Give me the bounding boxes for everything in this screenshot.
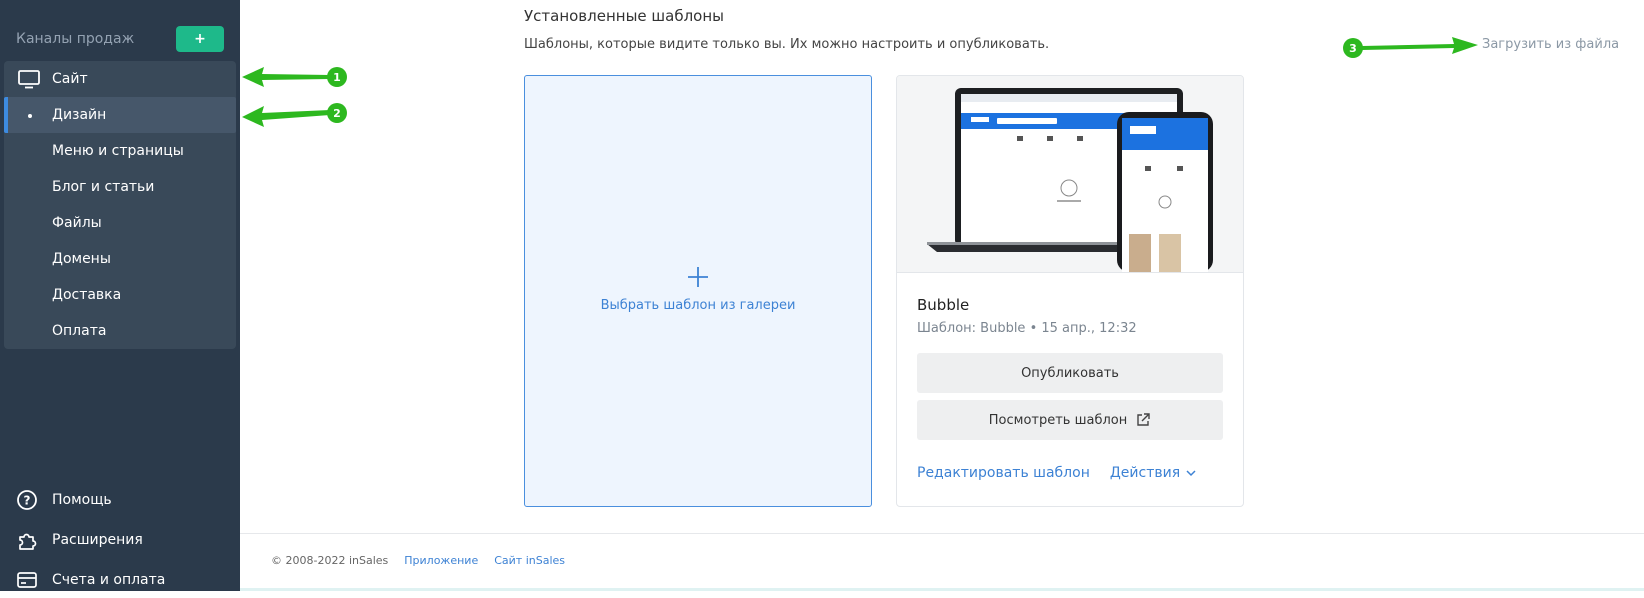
footer-divider xyxy=(240,533,1644,534)
template-name: Bubble xyxy=(917,296,970,314)
sidebar-item-extensions[interactable]: Расширения xyxy=(0,522,240,558)
annotation-number-2: 2 xyxy=(333,107,341,120)
sidebar-item-help[interactable]: ? Помощь xyxy=(0,482,240,518)
sidebar-item-label: Сайт xyxy=(52,71,88,87)
card-icon xyxy=(17,572,37,588)
sidebar-item-label: Расширения xyxy=(52,532,143,548)
sidebar-item-label: Оплата xyxy=(52,323,107,339)
publish-button[interactable]: Опубликовать xyxy=(917,353,1223,393)
actions-label: Действия xyxy=(1109,465,1181,481)
sidebar-item-menu-pages[interactable]: Меню и страницы xyxy=(4,133,236,169)
sidebar-item-files[interactable]: Файлы xyxy=(4,205,236,241)
sidebar-item-label: Доставка xyxy=(52,287,122,303)
svg-text:?: ? xyxy=(24,494,31,508)
help-icon: ? xyxy=(17,490,37,510)
plus-icon xyxy=(688,267,708,287)
view-template-label: Посмотреть шаблон xyxy=(988,412,1128,428)
sidebar-item-payment[interactable]: Оплата xyxy=(4,313,236,349)
page-title: Установленные шаблоны xyxy=(524,7,724,25)
sidebar-item-label: Домены xyxy=(52,251,111,267)
annotation-arrow-3: 3 xyxy=(1343,37,1478,58)
choose-from-gallery-card[interactable]: Выбрать шаблон из галереи xyxy=(524,75,872,507)
chevron-down-icon xyxy=(1186,470,1196,477)
sidebar-item-label: Счета и оплата xyxy=(52,572,166,588)
annotation-number-1: 1 xyxy=(333,71,341,84)
footer-link-site[interactable]: Сайт inSales xyxy=(494,554,565,567)
template-actions-row: Редактировать шаблон Действия xyxy=(917,465,1197,481)
sidebar-item-design[interactable]: Дизайн xyxy=(4,97,236,133)
site-nav-group: Сайт Дизайн Меню и страницы Блог и стать… xyxy=(4,61,236,349)
sidebar: Каналы продаж + Сайт Дизайн Меню и стран… xyxy=(0,0,240,591)
footer-copyright: © 2008-2022 inSales xyxy=(271,554,389,567)
choose-from-gallery-label: Выбрать шаблон из галереи xyxy=(600,298,796,313)
sidebar-item-label: Меню и страницы xyxy=(52,143,184,159)
sidebar-item-blog[interactable]: Блог и статьи xyxy=(4,169,236,205)
footer-link-app[interactable]: Приложение xyxy=(404,554,478,567)
sidebar-item-label: Дизайн xyxy=(52,107,107,123)
footer: © 2008-2022 inSales Приложение Сайт inSa… xyxy=(271,554,565,567)
view-template-button[interactable]: Посмотреть шаблон xyxy=(917,400,1223,440)
device-mockup-image xyxy=(927,88,1213,272)
page-subtitle: Шаблоны, которые видите только вы. Их мо… xyxy=(524,37,1050,52)
actions-dropdown[interactable]: Действия xyxy=(1110,465,1197,481)
upload-from-file-link[interactable]: Загрузить из файла xyxy=(1482,37,1619,52)
add-channel-button[interactable]: + xyxy=(176,26,224,52)
template-preview-image xyxy=(897,76,1243,273)
annotation-number-3: 3 xyxy=(1349,42,1357,55)
sales-channels-label: Каналы продаж xyxy=(16,31,135,47)
external-link-icon xyxy=(1137,413,1150,426)
sidebar-item-billing[interactable]: Счета и оплата xyxy=(0,562,240,598)
monitor-icon xyxy=(18,70,40,89)
annotation-arrow-2: 2 xyxy=(242,103,347,127)
sidebar-item-label: Помощь xyxy=(52,492,112,508)
sales-channels-header: Каналы продаж + xyxy=(16,22,224,56)
sidebar-item-site[interactable]: Сайт xyxy=(4,61,236,97)
template-meta: Шаблон: Bubble • 15 апр., 12:32 xyxy=(917,321,1137,336)
puzzle-icon xyxy=(19,533,37,550)
sidebar-item-domains[interactable]: Домены xyxy=(4,241,236,277)
template-card: Bubble Шаблон: Bubble • 15 апр., 12:32 О… xyxy=(896,75,1244,507)
edit-template-link[interactable]: Редактировать шаблон xyxy=(917,465,1090,481)
bullet-icon xyxy=(28,114,32,118)
annotation-arrow-1: 1 xyxy=(242,67,347,87)
sidebar-item-label: Файлы xyxy=(52,215,102,231)
sidebar-item-label: Блог и статьи xyxy=(52,179,155,195)
sidebar-item-delivery[interactable]: Доставка xyxy=(4,277,236,313)
